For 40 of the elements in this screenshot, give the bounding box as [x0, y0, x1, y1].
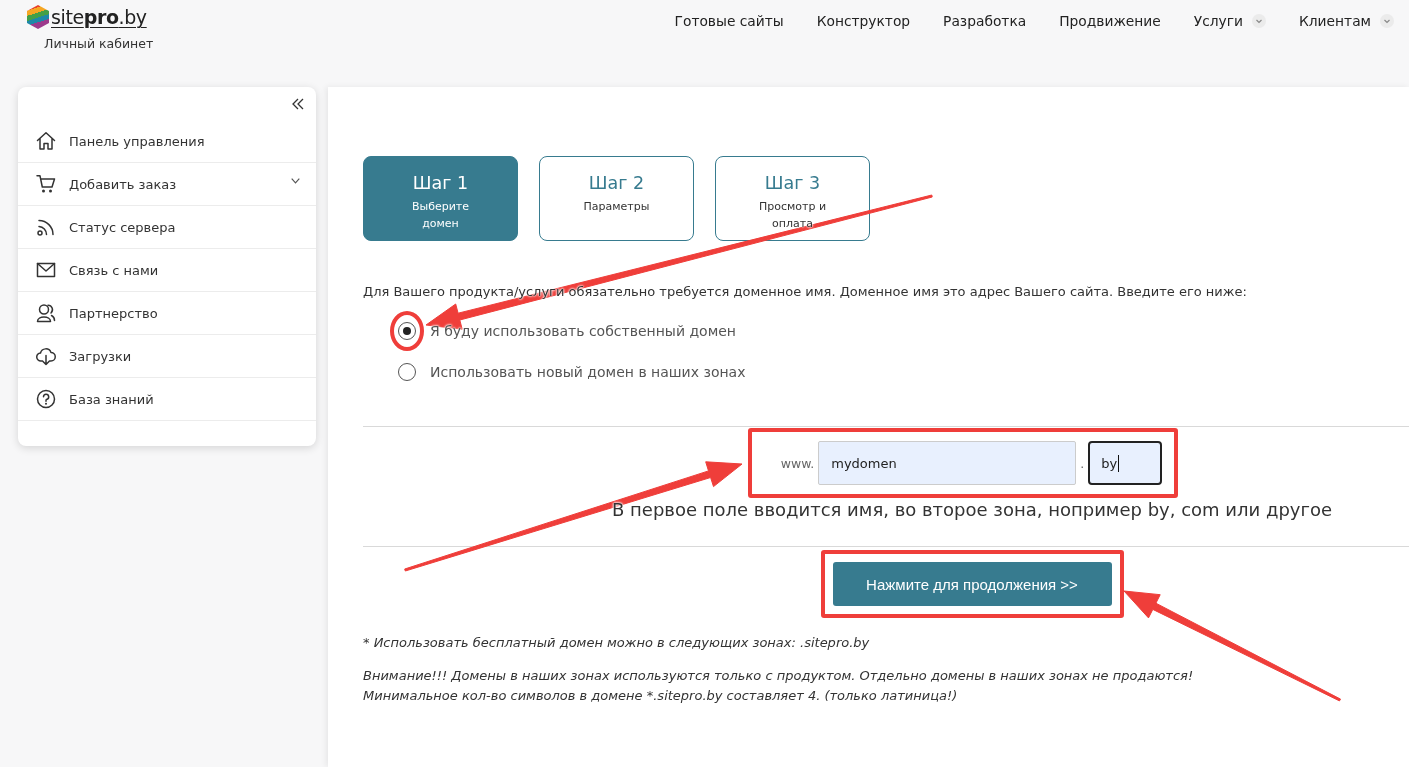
warning-text: Внимание!!! Домены в наших зонах используются только с продуктом. Отдельно домены в наших зонах не продаются! — [363, 667, 1195, 685]
step-tab[interactable]: Шаг 2 Параметры — [539, 156, 694, 241]
double-chevron-left-icon[interactable] — [292, 97, 304, 110]
envelope-icon — [36, 260, 56, 280]
sidebar-item[interactable]: Партнерство — [18, 292, 316, 335]
nav-link[interactable]: Готовые сайты — [674, 11, 784, 31]
radio-button[interactable] — [398, 362, 416, 381]
radio-button[interactable] — [398, 321, 416, 340]
cloud-download-icon — [36, 346, 56, 366]
nav-link[interactable]: Клиентам — [1299, 11, 1394, 31]
feed-icon — [36, 217, 56, 237]
nav-link[interactable]: Услуги — [1193, 11, 1266, 31]
home-icon — [36, 131, 56, 151]
dot-separator: . — [1080, 455, 1085, 471]
sidebar-item[interactable]: Загрузки — [18, 335, 316, 378]
nav-link[interactable]: Разработка — [943, 11, 1027, 31]
footnote-text: * Использовать бесплатный домен можно в следующих зонах: .sitepro.by — [363, 634, 871, 652]
nav-link[interactable]: Продвижение — [1059, 11, 1161, 31]
radio-label[interactable]: Я буду использовать собственный домен — [430, 322, 737, 339]
step-tab[interactable]: Шаг 1 Выберите домен — [363, 156, 518, 241]
step-tab[interactable]: Шаг 3 Просмотр и оплата — [715, 156, 870, 241]
account-caption: Личный кабинет — [44, 36, 154, 52]
www-prefix: www. — [780, 455, 815, 471]
sidebar-item[interactable]: Добавить заказ — [18, 163, 316, 206]
radio-label[interactable]: Использовать новый домен в наших зонах — [430, 363, 746, 380]
people-icon — [36, 303, 56, 323]
cart-icon — [36, 174, 56, 194]
chevron-down-icon[interactable] — [291, 178, 300, 184]
sidebar-item[interactable]: Связь с нами — [18, 249, 316, 292]
logo-link[interactable]: sitepro.by — [51, 5, 147, 29]
continue-button[interactable]: Нажмите для продолжения >> — [832, 562, 1112, 606]
sidebar-item[interactable]: Статус сервера — [18, 206, 316, 249]
warning-text: Минимальное кол-во символов в домене *.sitepro.by составляет 4. (только латиница!) — [363, 687, 959, 705]
nav-link[interactable]: Конструктор — [816, 11, 911, 31]
sidebar-item[interactable]: Панель управления — [18, 120, 316, 163]
domain-name-field[interactable]: mydomen — [818, 441, 1077, 485]
logo-icon[interactable] — [27, 5, 49, 29]
domain-zone-field[interactable]: by — [1088, 441, 1163, 485]
question-mark-icon — [36, 389, 56, 409]
sidebar-item[interactable]: База знаний — [18, 378, 316, 421]
